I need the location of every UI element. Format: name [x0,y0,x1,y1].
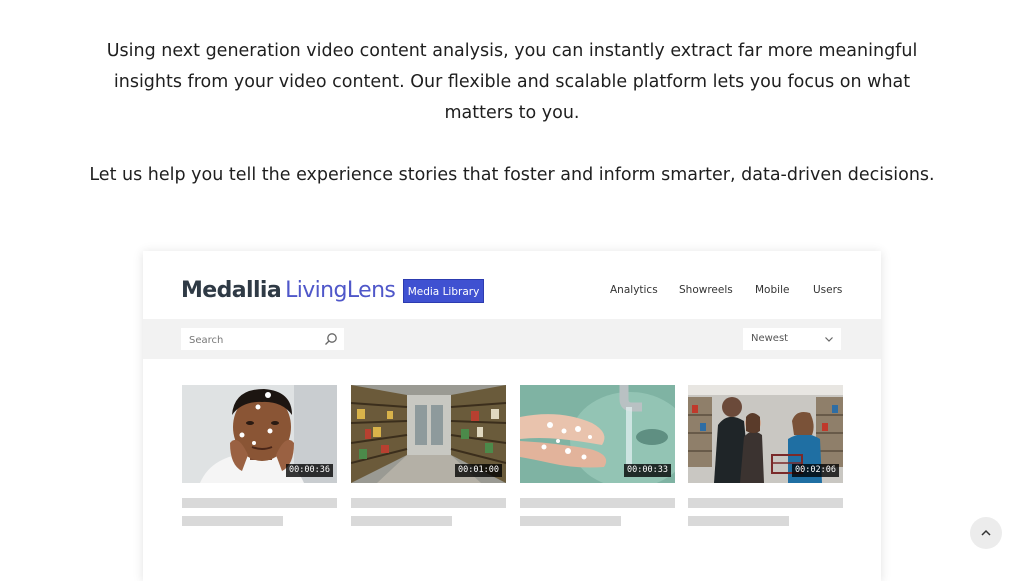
title-placeholder [520,498,675,508]
video-thumbnail[interactable]: 00:01:00 [351,385,506,483]
nav-analytics[interactable]: Analytics [610,284,658,296]
intro-section: Using next generation video content anal… [0,36,1024,191]
video-thumbnail[interactable]: 00:02:06 [688,385,843,483]
chevron-up-icon [981,529,991,536]
title-placeholder [182,498,337,508]
subtitle-placeholder [182,516,283,526]
video-card[interactable]: 00:00:36 [182,385,337,526]
video-duration: 00:00:33 [624,464,671,477]
intro-paragraph-1: Using next generation video content anal… [106,41,918,123]
logo-brand: Medallia [181,278,282,303]
app-screenshot: Medallia LivingLens Media Library Analyti… [143,251,881,581]
nav-users[interactable]: Users [813,284,842,296]
video-card[interactable]: 00:00:33 [520,385,675,526]
subtitle-placeholder [688,516,789,526]
intro-paragraph-2: Let us help you tell the experience stor… [89,165,935,185]
video-duration: 00:00:36 [286,464,333,477]
toolbar: Newest [143,319,881,359]
subtitle-placeholder [520,516,621,526]
video-card[interactable]: 00:02:06 [688,385,843,526]
logo-product: LivingLens [285,278,396,303]
video-thumbnail[interactable]: 00:00:36 [182,385,337,483]
subtitle-placeholder [351,516,452,526]
sort-dropdown[interactable]: Newest [743,328,841,350]
logo[interactable]: Medallia LivingLens [181,277,396,305]
video-thumbnail[interactable]: 00:00:33 [520,385,675,483]
video-card[interactable]: 00:01:00 [351,385,506,526]
nav-showreels[interactable]: Showreels [679,284,733,296]
media-library-tab[interactable]: Media Library [403,279,484,303]
title-placeholder [688,498,843,508]
app-header: Medallia LivingLens Media Library Analyti… [143,251,881,319]
nav-mobile[interactable]: Mobile [755,284,789,296]
chevron-down-icon [825,337,833,342]
video-duration: 00:02:06 [792,464,839,477]
scroll-to-top-button[interactable] [970,517,1002,549]
sort-selected: Newest [751,333,789,344]
video-duration: 00:01:00 [455,464,502,477]
search-input[interactable] [181,329,319,352]
title-placeholder [351,498,506,508]
search-box [181,328,344,352]
search-icon[interactable] [324,332,338,346]
